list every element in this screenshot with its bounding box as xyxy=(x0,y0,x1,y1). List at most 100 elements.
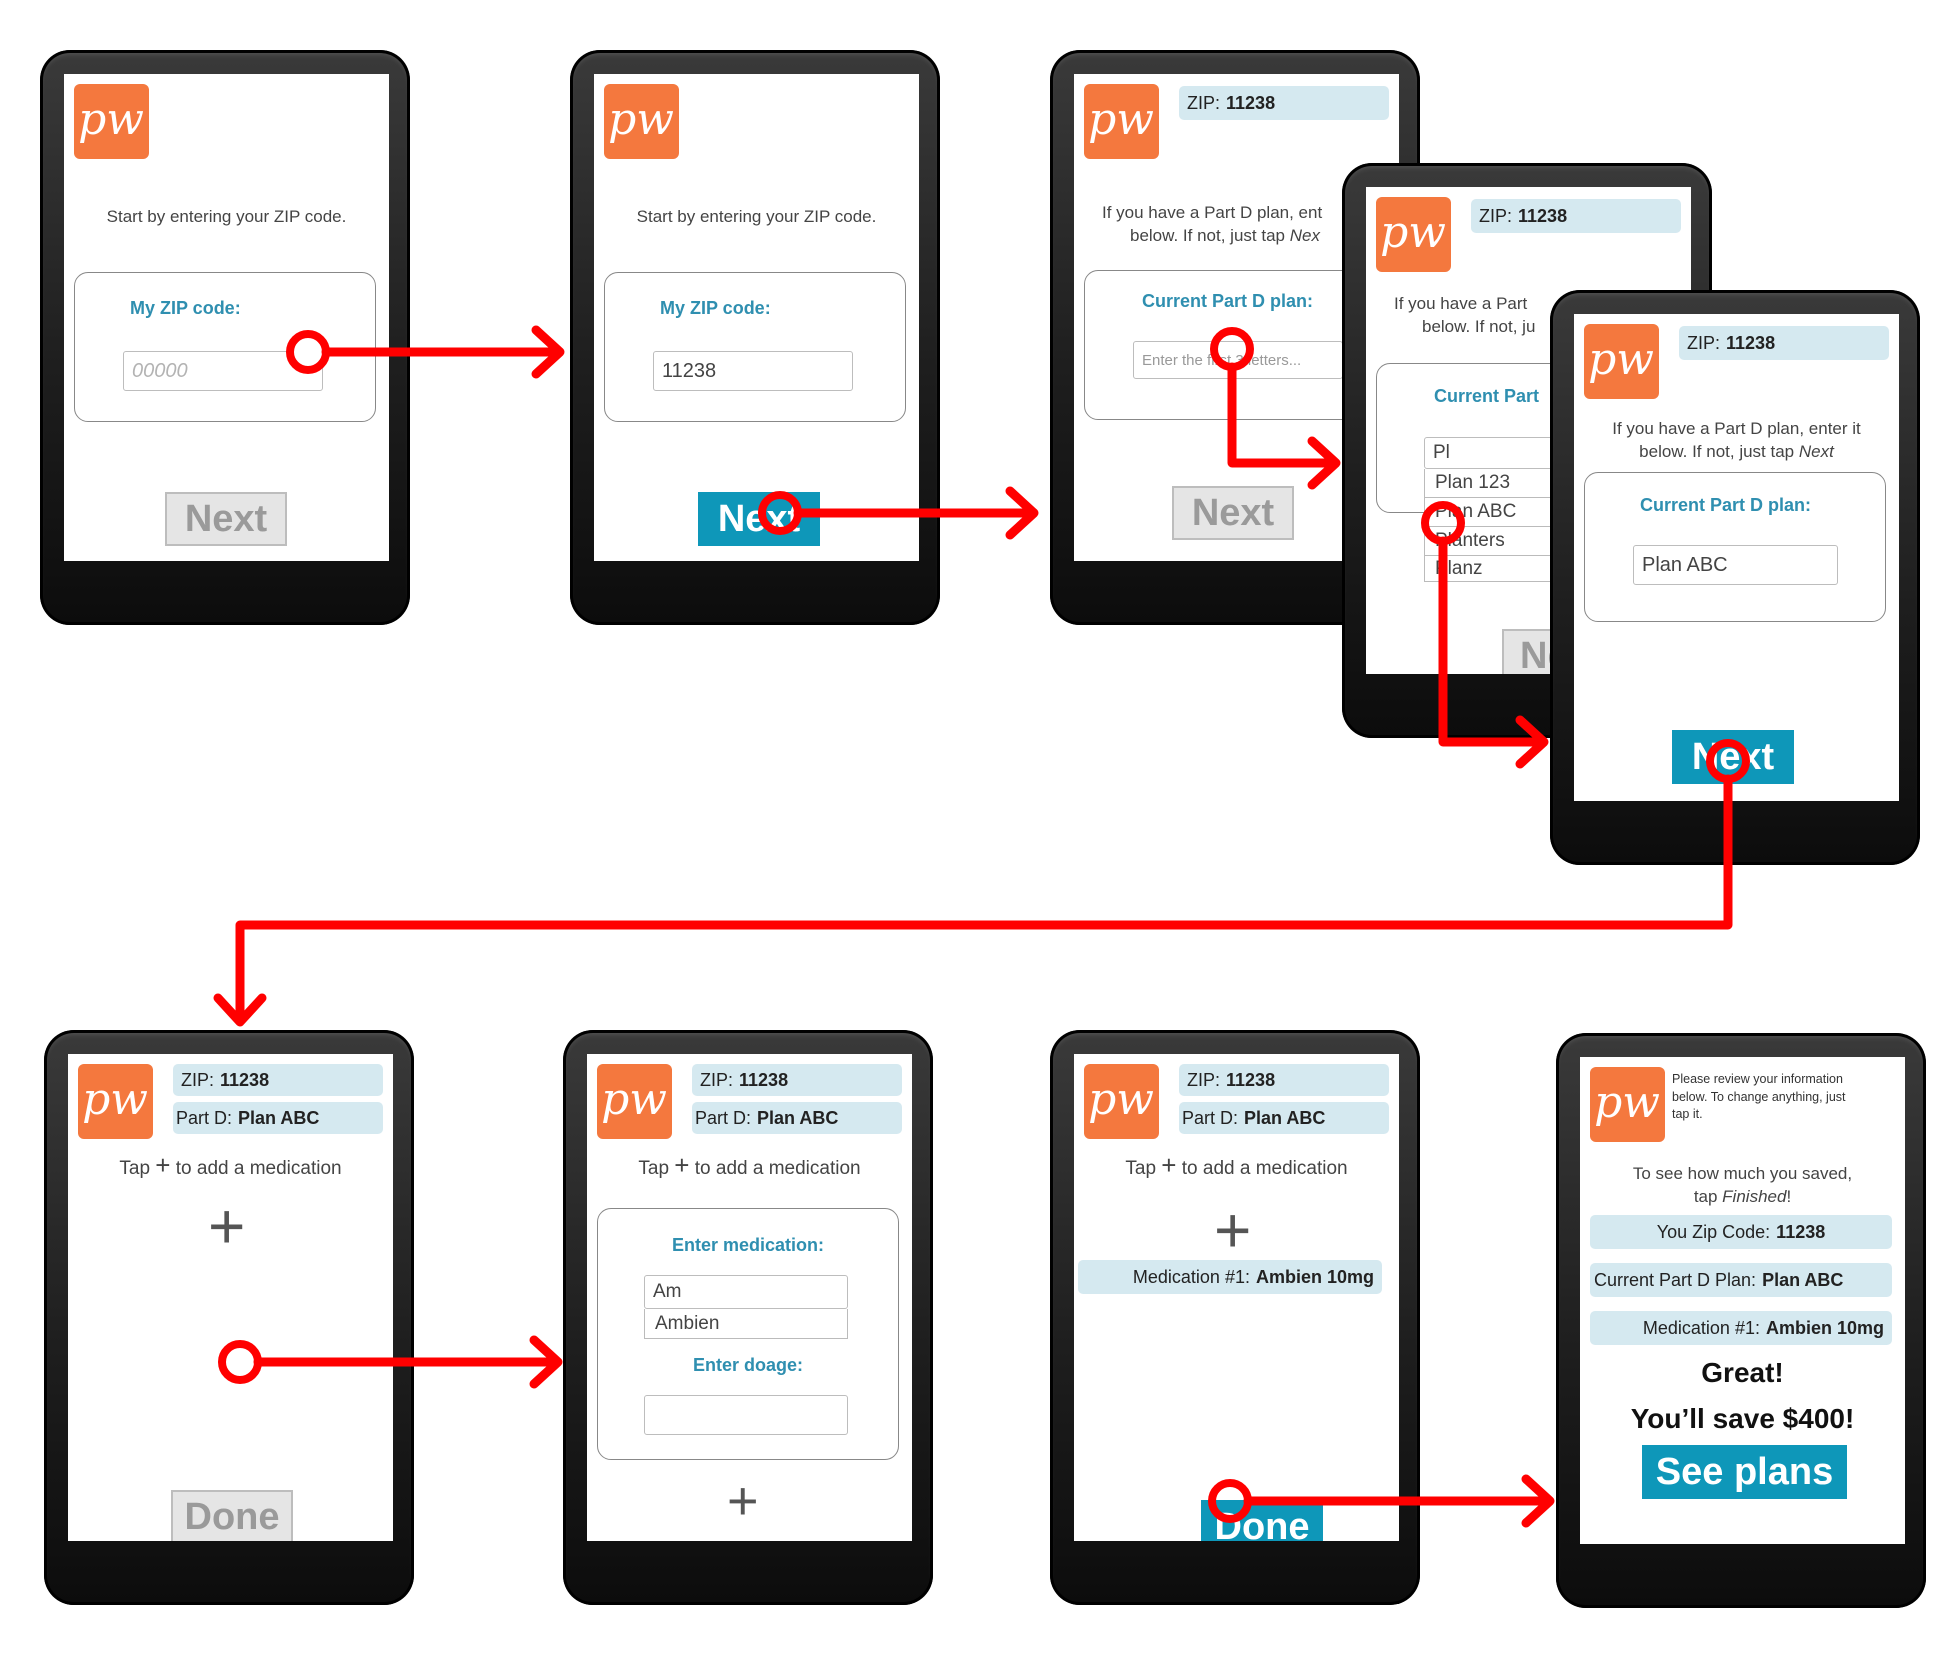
plan-badge-value: Plan ABC xyxy=(757,1107,839,1128)
med-input[interactable]: Am xyxy=(644,1275,848,1309)
zip-badge[interactable]: ZIP: 11238 xyxy=(1471,199,1681,233)
review-med-row[interactable]: Medication #1: Ambien 10mg xyxy=(1590,1311,1892,1345)
done-button[interactable]: Done xyxy=(171,1490,293,1541)
zip-badge[interactable]: ZIP: 11238 xyxy=(1179,1064,1389,1096)
plan-prompt-line1: If you have a Part D plan, ent xyxy=(1102,203,1323,222)
review-plan-row[interactable]: Current Part D Plan: Plan ABC xyxy=(1590,1263,1892,1297)
screen-zip-empty: pw Start by entering your ZIP code. My Z… xyxy=(64,74,389,561)
svg-text:pw: pw xyxy=(1088,94,1154,145)
phone-8: pw ZIP: 11238 Part D: Plan ABC Tap + to ad… xyxy=(1050,1030,1420,1605)
plan-prompt-line2: below. If not, just tap Nex xyxy=(1102,225,1322,248)
next-button[interactable]: Next xyxy=(1672,730,1794,784)
pw-logo-icon: pw xyxy=(604,84,679,159)
zip-badge-label: ZIP: xyxy=(1187,1069,1221,1090)
zip-label: My ZIP code: xyxy=(660,298,771,318)
zip-prompt: Start by entering your ZIP code. xyxy=(106,207,347,226)
next-button[interactable]: Next xyxy=(1172,486,1294,540)
plan-badge-label: Part D: xyxy=(176,1107,233,1128)
zip-badge[interactable]: ZIP: 11238 xyxy=(1679,326,1889,360)
plan-prompt: If you have a Part D plan, enter it belo… xyxy=(1574,418,1899,464)
svg-text:pw: pw xyxy=(1594,1077,1660,1128)
med-panel: Enter medication: Am Ambien Enter doage: xyxy=(597,1208,899,1460)
svg-text:pw: pw xyxy=(82,1074,148,1125)
review-zip-value: 11238 xyxy=(1776,1221,1826,1242)
svg-text:pw: pw xyxy=(608,94,674,145)
see-finished-word: Finished xyxy=(1722,1186,1787,1206)
plan-badge-value: Plan ABC xyxy=(238,1107,320,1128)
plan-panel: Current Part D plan: Enter the first 3 l… xyxy=(1084,270,1386,420)
review-line2: below. To change anything, just xyxy=(1672,1089,1846,1104)
plan-prompt: If you have a Part below. If not, ju xyxy=(1394,293,1535,339)
review-med-value: Ambien 10mg xyxy=(1765,1317,1884,1338)
add-medication-plus-icon[interactable]: + xyxy=(727,1474,759,1528)
plan-badge-label: Part D: xyxy=(695,1107,752,1128)
pw-logo-icon: pw xyxy=(1084,84,1159,159)
zip-badge-value: 11238 xyxy=(1518,205,1568,226)
hint-rest: to add a medication xyxy=(1181,1158,1348,1179)
zip-input[interactable]: 00000 xyxy=(123,351,323,391)
plan-prompt-next-word: Next xyxy=(1798,441,1834,461)
savings-amount: You’ll save $400! xyxy=(1630,1403,1855,1434)
review-line3: tap it. xyxy=(1672,1107,1703,1121)
review-line1: Please review your information xyxy=(1672,1072,1843,1086)
review-zip-row[interactable]: You Zip Code: 11238 xyxy=(1590,1215,1892,1249)
zip-badge-label: ZIP: xyxy=(1187,92,1221,113)
svg-text:pw: pw xyxy=(1088,1074,1154,1125)
plan-prompt-line2-text: below. If not, just tap xyxy=(1130,225,1290,245)
plan-prompt-line2: below. If not, just tap Next xyxy=(1574,441,1899,464)
review-plan-label: Current Part D Plan: xyxy=(1594,1269,1757,1290)
hint-rest: to add a medication xyxy=(694,1158,861,1179)
phone-2: pw Start by entering your ZIP code. My Z… xyxy=(570,50,940,625)
plan-prompt-line1: If you have a Part xyxy=(1394,294,1528,313)
zip-badge-value: 11238 xyxy=(1726,332,1776,353)
next-button[interactable]: Next xyxy=(698,492,820,546)
add-medication-plus-icon[interactable]: + xyxy=(1214,1198,1251,1262)
see-line1: To see how much you saved, xyxy=(1632,1164,1853,1183)
zip-input[interactable]: 11238 xyxy=(653,351,853,391)
screen-review: pw Please review your information below.… xyxy=(1580,1057,1905,1544)
pw-logo-icon: pw xyxy=(1584,324,1659,399)
plan-badge[interactable]: Part D: Plan ABC xyxy=(692,1102,902,1134)
phone-5: pw ZIP: 11238 If you have a Part D plan, … xyxy=(1550,290,1920,865)
zip-label: My ZIP code: xyxy=(130,298,241,318)
hint-tap: Tap xyxy=(119,1158,151,1179)
plan-badge-label: Part D: xyxy=(1182,1107,1239,1128)
plan-label: Current Part xyxy=(1434,386,1540,406)
see-line2-text: tap xyxy=(1693,1186,1723,1206)
add-med-hint: Tap + to add a medication xyxy=(68,1152,393,1182)
plan-label: Current Part D plan: xyxy=(1640,495,1812,515)
hint-rest: to add a medication xyxy=(175,1158,342,1179)
next-button[interactable]: Next xyxy=(165,492,287,546)
svg-text:pw: pw xyxy=(1588,334,1654,385)
plus-icon: + xyxy=(155,1150,171,1180)
plan-prompt-line2-text: below. If not, just tap xyxy=(1639,441,1799,461)
screen-med-empty: pw ZIP: 11238 Part D: Plan ABC Tap + to ad… xyxy=(68,1054,393,1541)
pw-logo-icon: pw xyxy=(1084,1064,1159,1139)
zip-badge-value: 11238 xyxy=(1226,92,1276,113)
dose-input[interactable] xyxy=(644,1395,848,1435)
pw-logo-icon: pw xyxy=(1590,1067,1665,1142)
svg-text:pw: pw xyxy=(78,94,144,145)
zip-badge[interactable]: ZIP: 11238 xyxy=(1179,86,1389,120)
done-button[interactable]: Done xyxy=(1201,1500,1323,1541)
plan-input[interactable]: Enter the first 3 letters... xyxy=(1133,341,1343,379)
plan-placeholder: Enter the first 3 letters... xyxy=(1142,351,1302,369)
review-instructions: Please review your information below. To… xyxy=(1672,1071,1846,1124)
review-med-label: Medication #1: xyxy=(1642,1317,1760,1338)
plan-prompt: If you have a Part D plan, ent below. If… xyxy=(1102,202,1322,248)
medication-row[interactable]: Medication #1: Ambien 10mg xyxy=(1078,1260,1382,1294)
phone-1: pw Start by entering your ZIP code. My Z… xyxy=(40,50,410,625)
plan-badge[interactable]: Part D: Plan ABC xyxy=(173,1102,383,1134)
add-medication-plus-icon[interactable]: + xyxy=(208,1194,245,1258)
zip-prompt: Start by entering your ZIP code. xyxy=(636,207,877,226)
plan-input[interactable]: Plan ABC xyxy=(1633,545,1838,585)
zip-badge[interactable]: ZIP: 11238 xyxy=(173,1064,383,1096)
zip-badge[interactable]: ZIP: 11238 xyxy=(692,1064,902,1096)
see-plans-button[interactable]: See plans xyxy=(1642,1445,1847,1499)
med-option-ambien[interactable]: Ambien xyxy=(644,1309,848,1339)
zip-badge-label: ZIP: xyxy=(700,1069,734,1090)
review-zip-label: You Zip Code: xyxy=(1656,1221,1771,1242)
medication-row-label: Medication #1: xyxy=(1132,1266,1250,1287)
plan-badge[interactable]: Part D: Plan ABC xyxy=(1179,1102,1389,1134)
zip-badge-label: ZIP: xyxy=(1687,332,1721,353)
